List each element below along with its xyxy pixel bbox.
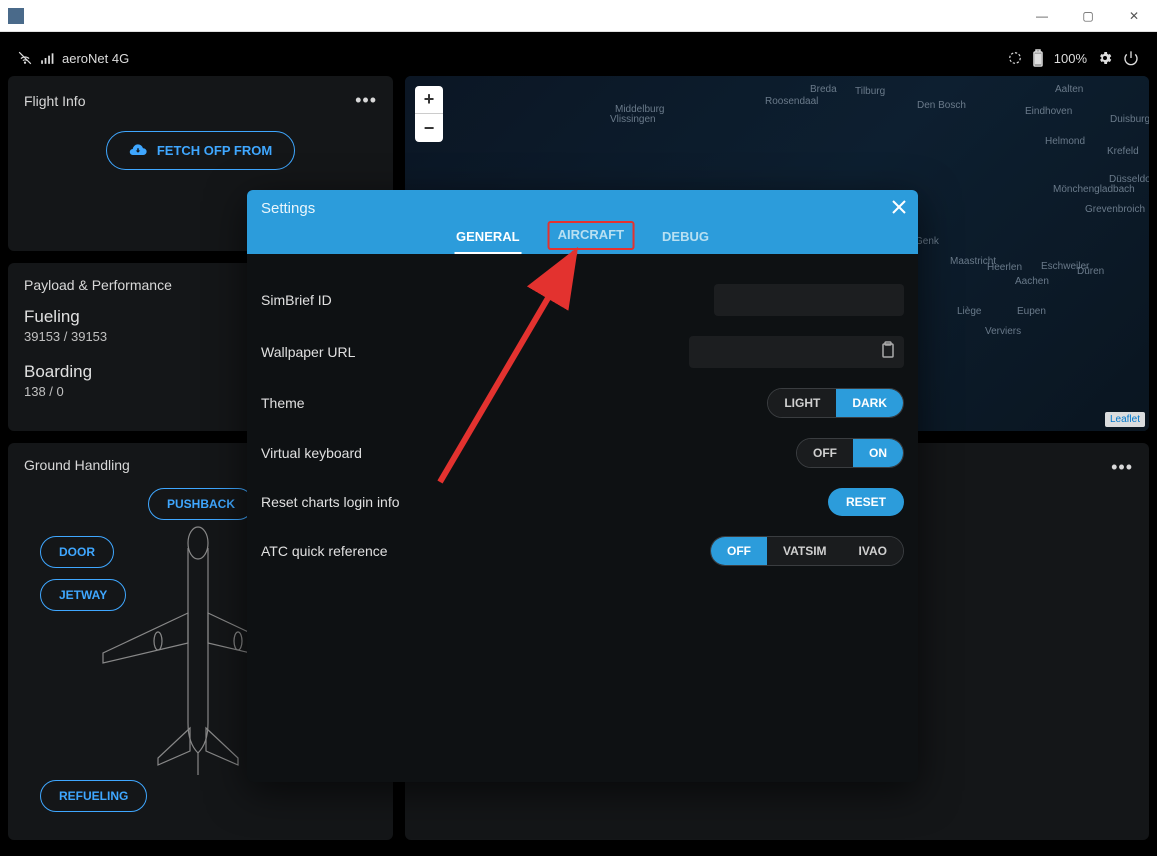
window-maximize-button[interactable]: ▢ [1065,0,1111,32]
map-city-label: Verviers [985,326,1021,337]
signal-icon [40,51,54,65]
right-lower-menu[interactable]: ••• [1111,457,1133,478]
status-bar: aeroNet 4G 100% [8,40,1149,76]
vkeyboard-label: Virtual keyboard [261,445,362,461]
fetch-ofp-label: FETCH OFP FROM [157,143,272,158]
flight-info-title: Flight Info [24,93,85,109]
boarding-value: 138 / 0 [24,384,92,399]
settings-title: Settings [261,200,315,217]
fueling-value: 39153 / 39153 [24,329,107,344]
app-container: aeroNet 4G 100% Flight Info ••• [0,32,1157,856]
wallpaper-input[interactable] [689,336,904,368]
cloud-download-icon [129,142,147,159]
map-city-label: Grevenbroich [1085,204,1145,215]
map-zoom-controls: + − [415,86,443,142]
map-city-label: Aachen [1015,276,1049,287]
theme-toggle: LIGHT DARK [767,388,904,418]
app-icon [8,8,24,24]
atc-toggle: OFF VATSIM IVAO [710,536,904,566]
settings-modal: Settings GENERAL AIRCRAFT DEBUG SimBrief… [247,190,918,782]
map-city-label: Eupen [1017,306,1046,317]
network-label: aeroNet 4G [62,51,129,66]
power-icon[interactable] [1123,50,1139,66]
map-zoom-out-button[interactable]: − [415,114,443,142]
map-city-label: Aalten [1055,84,1083,95]
settings-header: Settings GENERAL AIRCRAFT DEBUG [247,190,918,254]
map-city-label: Den Bosch [917,100,966,111]
map-city-label: Tilburg [855,86,885,97]
map-city-label: Helmond [1045,136,1085,147]
leaflet-attribution[interactable]: Leaflet [1105,412,1145,427]
map-city-label: Mönchengladbach [1053,184,1135,195]
settings-close-button[interactable] [892,200,906,219]
vkeyboard-toggle: OFF ON [796,438,904,468]
flight-info-menu[interactable]: ••• [355,90,377,111]
ground-handling-title: Ground Handling [24,457,130,473]
map-city-label: Heerlen [987,262,1022,273]
tab-aircraft[interactable]: AIRCRAFT [548,221,634,250]
window-close-button[interactable]: ✕ [1111,0,1157,32]
gear-icon[interactable] [1097,50,1113,66]
atc-ivao-button[interactable]: IVAO [843,537,903,565]
clipboard-icon[interactable] [880,341,896,364]
fueling-label: Fueling [24,307,107,327]
map-city-label: Liège [957,306,981,317]
battery-label: 100% [1054,51,1087,66]
map-city-label: Duisburg [1110,114,1149,125]
sync-icon [1008,51,1022,65]
simbrief-label: SimBrief ID [261,292,332,308]
fetch-ofp-button[interactable]: FETCH OFP FROM [106,131,295,170]
map-city-label: Roosendaal [765,96,818,107]
atc-vatsim-button[interactable]: VATSIM [767,537,843,565]
tab-general[interactable]: GENERAL [446,221,530,254]
reset-charts-button[interactable]: RESET [828,488,904,516]
simbrief-input[interactable] [714,284,904,316]
map-city-label: Eindhoven [1025,106,1072,117]
theme-label: Theme [261,395,305,411]
boarding-label: Boarding [24,362,92,382]
window-titlebar: — ▢ ✕ [0,0,1157,32]
window-minimize-button[interactable]: — [1019,0,1065,32]
tab-debug[interactable]: DEBUG [652,221,719,254]
battery-icon [1032,49,1044,67]
atc-off-button[interactable]: OFF [711,537,767,565]
vkeyboard-on-button[interactable]: ON [853,439,903,467]
map-zoom-in-button[interactable]: + [415,86,443,114]
wifi-icon [18,51,32,65]
wallpaper-label: Wallpaper URL [261,344,355,360]
map-city-label: Krefeld [1107,146,1139,157]
map-city-label: Genk [915,236,939,247]
map-city-label: Breda [810,84,837,95]
map-city-label: Eschweiler [1041,261,1089,272]
vkeyboard-off-button[interactable]: OFF [797,439,853,467]
theme-light-button[interactable]: LIGHT [768,389,836,417]
payload-title: Payload & Performance [24,277,172,293]
atc-label: ATC quick reference [261,543,388,559]
reset-charts-label: Reset charts login info [261,494,400,510]
map-city-label: Vlissingen [610,114,656,125]
theme-dark-button[interactable]: DARK [836,389,903,417]
